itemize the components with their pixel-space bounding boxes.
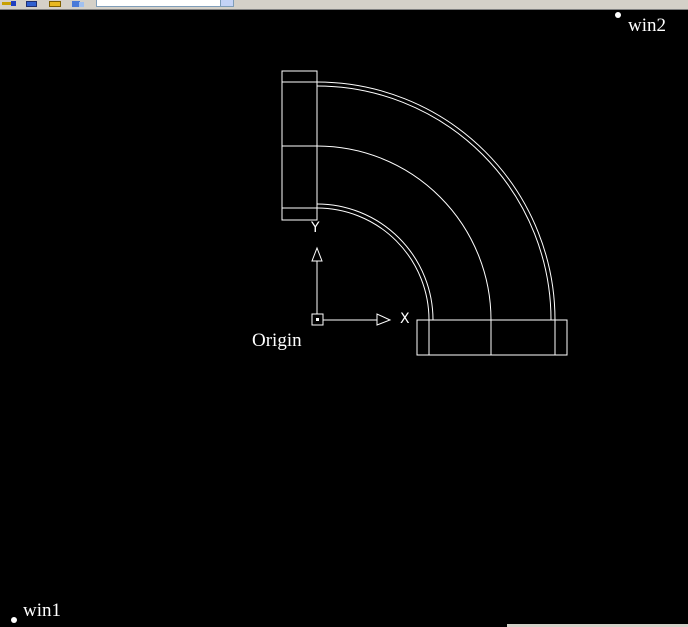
win2-point — [615, 12, 621, 18]
toolbar — [0, 0, 688, 10]
ucs-y-arrow — [311, 246, 323, 262]
drawing-canvas[interactable]: Y X Origin win2 win1 — [0, 10, 688, 627]
right-flange — [416, 319, 568, 356]
win1-label: win1 — [23, 600, 61, 621]
elbow-drawing — [281, 70, 568, 356]
ucs-y-label: Y — [311, 220, 320, 236]
chevron-down-icon[interactable] — [220, 0, 234, 7]
win2-label: win2 — [628, 15, 666, 36]
inner-arc-outer — [316, 203, 434, 321]
toolbar-combo-input[interactable] — [96, 0, 234, 7]
layer-icon[interactable] — [24, 0, 40, 8]
folder-icon[interactable] — [47, 0, 63, 8]
ucs-x-label: X — [400, 311, 410, 327]
outer-arc — [316, 81, 556, 321]
center-arc — [316, 145, 492, 321]
outer-arc-inner — [316, 85, 552, 321]
ucs-origin-point — [316, 318, 319, 321]
inner-arc — [316, 207, 430, 321]
design-center-icon[interactable] — [70, 0, 86, 8]
win1-point — [11, 617, 17, 623]
origin-label: Origin — [252, 330, 302, 351]
match-properties-icon[interactable] — [1, 0, 17, 8]
ucs-x-arrow — [376, 313, 392, 326]
